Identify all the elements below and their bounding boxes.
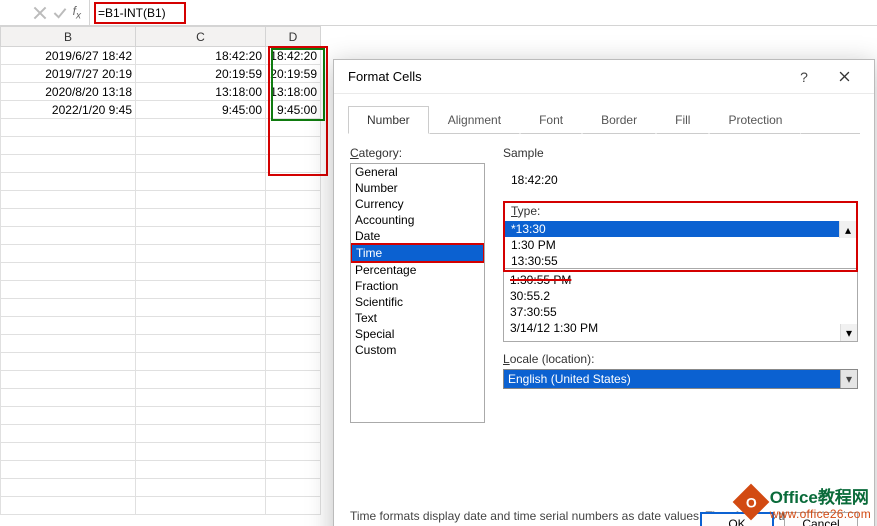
locale-label: Locale (location): [503,352,858,366]
list-item[interactable]: Date [351,228,484,244]
list-item-time[interactable]: Time [352,245,483,261]
type-item[interactable]: *13:30 [505,221,856,237]
type-item[interactable]: 30:55.2 [504,288,857,304]
list-item[interactable]: Accounting [351,212,484,228]
tab-alignment[interactable]: Alignment [429,106,520,134]
dialog-titlebar: Format Cells ? [334,60,874,94]
col-header-d[interactable]: D [266,27,321,47]
spreadsheet-grid[interactable]: B C D 2019/6/27 18:42 18:42:20 18:42:20 … [0,26,321,526]
category-label: Category: [350,146,485,160]
cell[interactable]: 18:42:20 [136,47,266,65]
watermark-url: www.office26.com [770,508,871,520]
cell[interactable]: 18:42:20 [266,47,321,65]
scroll-up-icon[interactable]: ▴ [839,221,856,238]
list-item[interactable]: Number [351,180,484,196]
tab-number[interactable]: Number [348,106,429,134]
enter-icon[interactable] [53,6,67,20]
col-header-c[interactable]: C [136,27,266,47]
type-listbox-cont[interactable]: 1:30:55 PM 30:55.2 37:30:55 3/14/12 1:30… [503,272,858,342]
list-item[interactable]: Scientific [351,294,484,310]
cell[interactable]: 2019/6/27 18:42 [1,47,136,65]
type-item[interactable]: 3/14/12 1:30 PM [504,320,857,336]
cell[interactable]: 20:19:59 [136,65,266,83]
list-item[interactable]: General [351,164,484,180]
chevron-down-icon[interactable]: ▾ [840,370,857,388]
format-cells-dialog: Format Cells ? Number Alignment Font Bor… [333,59,875,526]
list-item[interactable]: Special [351,326,484,342]
col-header-b[interactable]: B [1,27,136,47]
cell[interactable]: 2022/1/20 9:45 [1,101,136,119]
type-item[interactable]: 1:30 PM [505,237,856,253]
annotation-box: Type: *13:30 1:30 PM 13:30:55 ▴ [503,201,858,272]
cancel-icon[interactable] [33,6,47,20]
watermark: O Office教程网 www.office26.com [738,483,871,520]
type-label: Type: [505,203,856,218]
tab-protection[interactable]: Protection [709,106,801,134]
cell[interactable]: 9:45:00 [136,101,266,119]
cell[interactable]: 13:18:00 [266,83,321,101]
close-icon [839,71,850,82]
formula-text: =B1-INT(B1) [94,2,186,24]
dialog-tabs: Number Alignment Font Border Fill Protec… [334,94,874,134]
type-listbox[interactable]: *13:30 1:30 PM 13:30:55 ▴ [505,221,856,269]
dialog-title: Format Cells [348,69,784,84]
list-item[interactable]: Fraction [351,278,484,294]
cell[interactable]: 13:18:00 [136,83,266,101]
category-listbox[interactable]: General Number Currency Accounting Date … [350,163,485,423]
cell[interactable]: 2019/7/27 20:19 [1,65,136,83]
cell[interactable]: 9:45:00 [266,101,321,119]
formula-input[interactable]: =B1-INT(B1) [90,0,877,25]
type-item[interactable]: 37:30:55 [504,304,857,320]
watermark-text: Office教程网 [770,488,869,507]
tab-font[interactable]: Font [520,106,582,134]
locale-select[interactable]: English (United States) ▾ [503,369,858,389]
list-item[interactable]: Currency [351,196,484,212]
close-button[interactable] [824,62,864,92]
cell[interactable]: 20:19:59 [266,65,321,83]
scroll-down-icon[interactable]: ▾ [840,324,857,341]
help-button[interactable]: ? [784,62,824,92]
fx-icon[interactable]: fx [73,4,81,21]
sample-label: Sample [503,146,858,160]
cell[interactable]: 2020/8/20 13:18 [1,83,136,101]
type-item[interactable]: 1:30:55 PM [504,272,857,288]
type-item[interactable]: 13:30:55 [505,253,856,269]
list-item[interactable]: Percentage [351,262,484,278]
formula-bar-controls: fx [0,0,90,25]
logo-icon: O [732,483,769,520]
locale-value: English (United States) [508,372,631,386]
sample-value: 18:42:20 [511,167,858,197]
formula-bar: fx =B1-INT(B1) [0,0,877,26]
list-item[interactable]: Custom [351,342,484,358]
tab-border[interactable]: Border [582,106,656,134]
tab-fill[interactable]: Fill [656,106,709,134]
list-item[interactable]: Text [351,310,484,326]
